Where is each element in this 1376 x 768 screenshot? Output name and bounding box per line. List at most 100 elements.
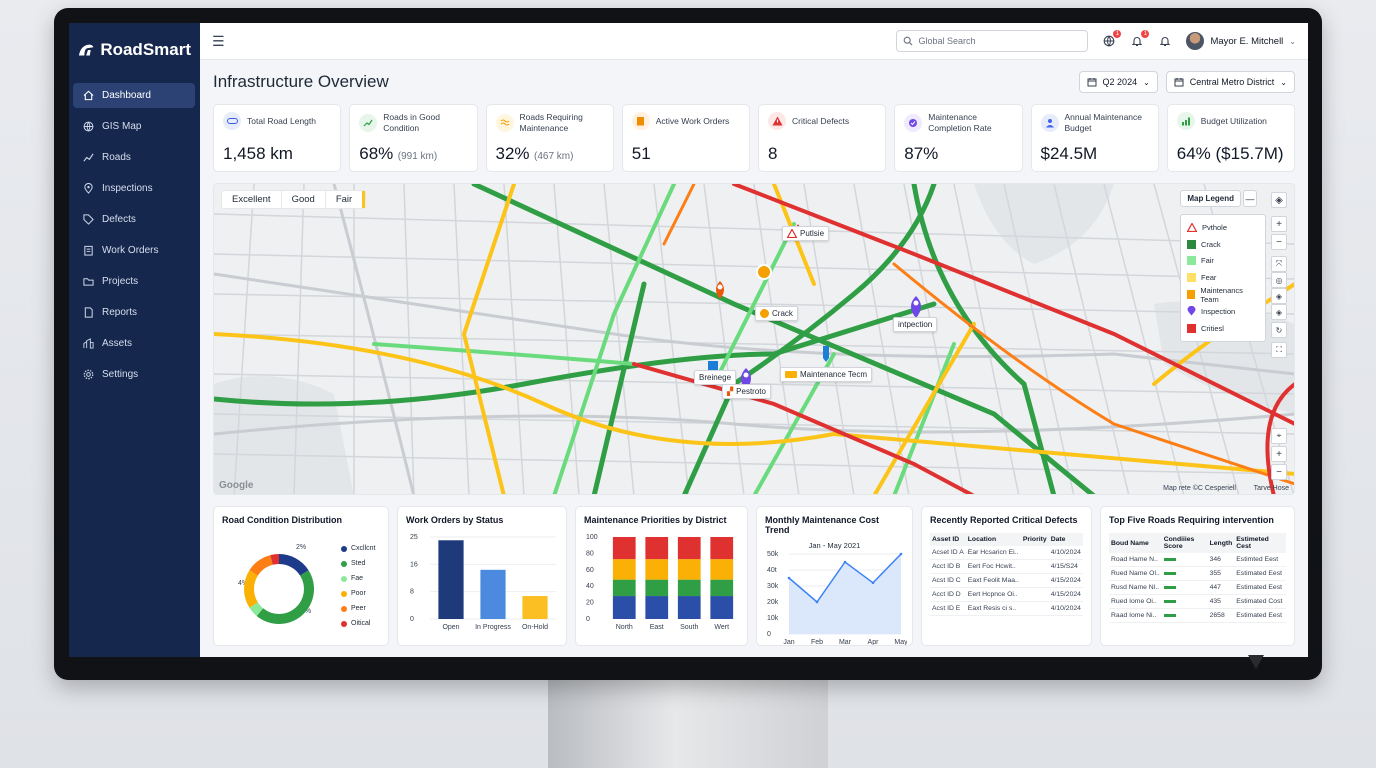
table-row[interactable]: Acset ID A Ear Hcsaricn Ei.. 4/10/2024 (930, 546, 1083, 560)
x-tick-label: South (680, 624, 698, 631)
map-terms-link[interactable]: Tarve Hose (1254, 485, 1289, 492)
fullscreen-icon[interactable]: ⛶ (1271, 342, 1287, 358)
legend-label: Pvthole (1202, 222, 1228, 232)
zoom-in-button[interactable]: + (1271, 446, 1287, 462)
column-header[interactable]: Length (1207, 533, 1235, 553)
layers-icon[interactable]: ◈ (1271, 304, 1287, 320)
expand-icon[interactable]: ⤧ (1271, 256, 1287, 272)
data-point (787, 576, 791, 580)
globe-notification-icon[interactable]: 1 (1102, 30, 1122, 48)
compass-icon[interactable]: ◎ (1271, 272, 1287, 288)
gis-map[interactable]: Excellent Good Fair Putlsie Crack intpec… (213, 183, 1295, 495)
sidebar-item-settings[interactable]: Settings (73, 362, 195, 387)
filter-good[interactable]: Good (282, 191, 326, 208)
table-cell: 4/15/2024 (1048, 573, 1083, 588)
user-menu[interactable]: Mayor E. Mitchell ⌄ (1186, 32, 1296, 50)
table-row[interactable]: Rusd Name Nl.. 447 Estimated Eest (1109, 580, 1286, 595)
app-logo[interactable]: RoadSmart (69, 33, 200, 67)
kpi-value: 8 (768, 144, 778, 163)
sidebar-item-projects[interactable]: Projects (73, 269, 195, 294)
sidebar-item-dashboard[interactable]: Dashboard (73, 83, 195, 108)
table-row[interactable]: Road Hame N.. 346 Estimted Eest (1109, 553, 1286, 567)
kpi-value: 32% (495, 144, 530, 163)
map-legend-button[interactable]: Map Legend (1180, 190, 1241, 207)
sidebar-item-defects[interactable]: Defects (73, 207, 195, 232)
marker-crack[interactable]: Crack (755, 306, 798, 321)
sidebar-item-inspections[interactable]: Inspections (73, 176, 195, 201)
road-logo-icon (78, 44, 94, 56)
score-bar-cell (1161, 580, 1208, 595)
alert-bell-icon[interactable]: 1 (1130, 30, 1150, 48)
bell-icon[interactable] (1158, 34, 1172, 48)
kpi-card-requiring-maintenance[interactable]: Roads Requiring Maintenance 32% (467 km) (485, 104, 614, 172)
kpi-card-good-condition[interactable]: Roads in Good Condition 68% (991 km) (349, 104, 478, 172)
table-row[interactable]: Acct ID D Eert Hcpnce Oi.. 4/15/2024 (930, 587, 1083, 602)
column-header[interactable]: Condiiies Score (1161, 533, 1208, 553)
kpi-label: Roads in Good Condition (383, 112, 440, 133)
marker-inspection[interactable]: intpection (893, 317, 938, 332)
sidebar-item-gis-map[interactable]: GIS Map (73, 114, 195, 139)
bar-segment (677, 559, 701, 580)
layers-icon[interactable]: ◈ (1271, 192, 1287, 208)
marker-pothole-2[interactable]: ▞ Pestroto (722, 384, 771, 399)
y-tick-label: 60 (586, 567, 594, 574)
kpi-card-total-road-length[interactable]: Total Road Length 1,458 km (213, 104, 342, 172)
filter-fair[interactable]: Fair (326, 191, 366, 208)
table-cell: Eaxt Resis ci s.. (965, 601, 1021, 616)
score-bar (1163, 600, 1176, 603)
search-input[interactable]: Global Search (896, 30, 1089, 52)
table-row[interactable]: Raad Iome Ni.. 2658 Estimated Eest (1109, 608, 1286, 623)
kpi-card-critical-defects[interactable]: Critical Defects 8 (758, 104, 887, 172)
column-header[interactable]: Date (1048, 533, 1083, 546)
bar-chart-icon (1176, 112, 1195, 130)
menu-icon[interactable]: ☰ (212, 33, 230, 50)
sidebar-item-label: Roads (102, 152, 131, 163)
column-header[interactable]: Boud Name (1109, 533, 1162, 553)
kpi-card-annual-budget[interactable]: Annual Maintenance Budget $24.5M (1030, 104, 1159, 172)
zoom-in-button[interactable]: + (1271, 216, 1287, 232)
refresh-icon[interactable]: ↻ (1271, 322, 1287, 338)
card-title: Top Five Roads Requiring intervention (1109, 515, 1274, 525)
kpi-card-budget-utilization[interactable]: Budget Utilization 64% ($15.7M) (1166, 104, 1295, 172)
calendar-icon (1174, 78, 1184, 87)
zoom-out-button[interactable]: − (1271, 234, 1287, 250)
sidebar-item-reports[interactable]: Reports (73, 300, 195, 325)
sidebar-item-assets[interactable]: Assets (73, 331, 195, 356)
column-header[interactable]: Location (965, 533, 1021, 546)
table-row[interactable]: Acct ID B Eert Foc Hcwit.. 4/15/S24 (930, 559, 1083, 574)
table-row[interactable]: Acst ID C Eaxt Feolit Maa.. 4/15/2024 (930, 573, 1083, 588)
bar-segment (612, 579, 636, 597)
marker-pothole[interactable]: Putlsie (782, 226, 830, 241)
locate-icon[interactable]: ⌖ (1271, 428, 1287, 444)
table-row[interactable]: Acst ID E Eaxt Resis ci s.. 4/10/2024 (930, 601, 1083, 616)
legend-swatch (1187, 290, 1196, 300)
column-header[interactable]: Estimeted Cest (1234, 533, 1286, 553)
table-row[interactable]: Rued Iome Oi.. 435 Estimated Cost (1109, 594, 1286, 609)
table-cell: Estimated Eest (1234, 608, 1286, 623)
condition-filter[interactable]: Excellent Good Fair (221, 190, 367, 209)
column-header[interactable]: Priority (1020, 533, 1049, 546)
kpi-card-active-work-orders[interactable]: Active Work Orders 51 (621, 104, 750, 172)
column-header[interactable]: Asset ID (930, 533, 966, 546)
table-cell: Rued Name Ol.. (1109, 566, 1162, 581)
table-row[interactable]: Rued Name Ol.. 355 Estimated Eest (1109, 566, 1286, 581)
sidebar-item-roads[interactable]: Roads (73, 145, 195, 170)
table-cell: Eert Hcpnce Oi.. (965, 587, 1021, 602)
layers-icon[interactable]: ◈ (1271, 288, 1287, 304)
kpi-label: Active Work Orders (655, 115, 730, 126)
period-select[interactable]: Q2 2024 ⌄ (1078, 71, 1158, 93)
kpi-card-completion-rate[interactable]: Maintenance Completion Rate 87% (894, 104, 1023, 172)
marker-maintenance-team[interactable]: Maintenance Tecm (780, 367, 872, 382)
legend-collapse-button[interactable]: — (1243, 190, 1257, 207)
y-tick-label: 25 (410, 534, 418, 541)
sidebar-item-work-orders[interactable]: Work Orders (73, 238, 195, 263)
marker-drainage[interactable]: Breinege (694, 370, 737, 385)
district-select[interactable]: Central Metro District ⌄ (1165, 71, 1295, 93)
period-value: Q2 2024 (1102, 77, 1138, 87)
zoom-out-button[interactable]: − (1271, 464, 1287, 480)
table-cell: Acct ID D (930, 587, 966, 602)
table-cell: 4/15/2024 (1048, 587, 1083, 602)
table-cell: 435 (1207, 594, 1235, 609)
clipboard-icon (82, 245, 94, 257)
filter-excellent[interactable]: Excellent (222, 191, 282, 208)
